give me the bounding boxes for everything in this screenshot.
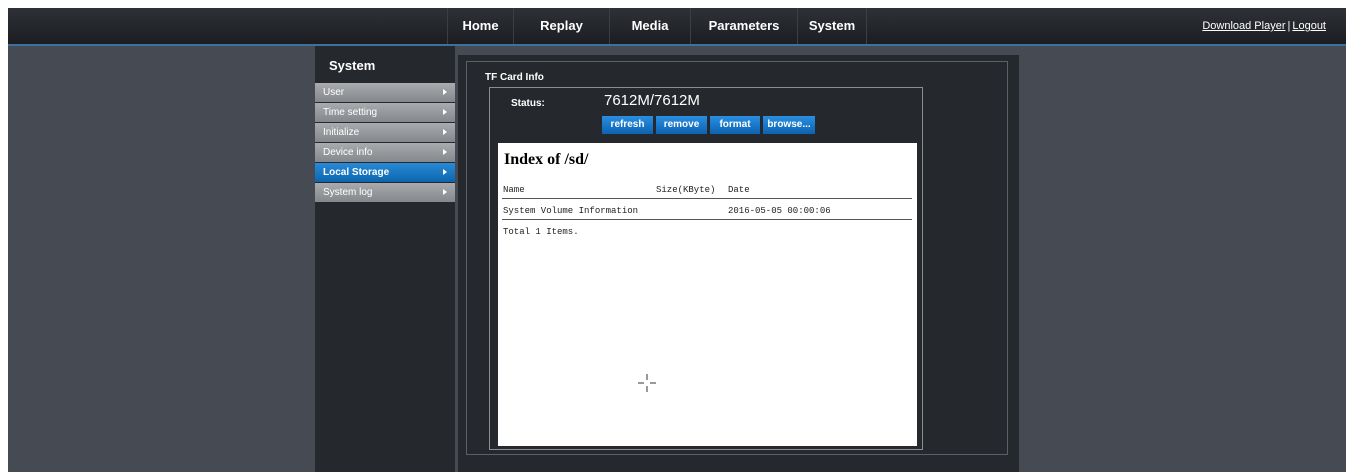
- nav-parameters[interactable]: Parameters: [691, 8, 798, 44]
- nav-home[interactable]: Home: [447, 8, 514, 44]
- format-button[interactable]: format: [710, 116, 760, 134]
- listing-heading: Index of /sd/: [504, 151, 589, 168]
- sidebar-menu: User Time setting Initialize Device info…: [315, 83, 455, 203]
- column-header-size: Size(KByte): [656, 185, 716, 195]
- sidebar-item-time-setting[interactable]: Time setting: [315, 103, 455, 122]
- sidebar: System User Time setting Initialize Devi…: [315, 46, 455, 472]
- arrow-right-icon: [443, 169, 447, 175]
- status-value: 7612M/7612M: [604, 92, 700, 109]
- top-navigation-bar: Home Replay Media Parameters System Down…: [8, 8, 1346, 46]
- crosshair-cursor-icon: [638, 374, 656, 392]
- sidebar-item-label: Initialize: [323, 127, 360, 138]
- download-player-link[interactable]: Download Player: [1202, 20, 1285, 32]
- logout-link[interactable]: Logout: [1292, 20, 1326, 32]
- tf-card-info-group: TF Card Info Status: 7612M/7612M refresh…: [466, 61, 1008, 455]
- arrow-right-icon: [443, 149, 447, 155]
- link-separator: |: [1287, 20, 1291, 32]
- divider: [502, 198, 912, 199]
- arrow-right-icon: [443, 129, 447, 135]
- main-content: TF Card Info Status: 7612M/7612M refresh…: [458, 55, 1019, 472]
- tf-card-panel: Status: 7612M/7612M refresh remove forma…: [489, 87, 923, 450]
- sidebar-item-label: Time setting: [323, 107, 378, 118]
- sidebar-item-local-storage[interactable]: Local Storage: [315, 163, 455, 182]
- sidebar-item-label: Local Storage: [323, 167, 390, 178]
- sidebar-item-initialize[interactable]: Initialize: [315, 123, 455, 142]
- nav-media[interactable]: Media: [610, 8, 691, 44]
- divider: [502, 219, 912, 220]
- refresh-button[interactable]: refresh: [602, 116, 653, 134]
- sidebar-item-label: System log: [323, 187, 373, 198]
- column-header-name: Name: [503, 185, 525, 195]
- nav-replay[interactable]: Replay: [514, 8, 610, 44]
- remove-button[interactable]: remove: [656, 116, 707, 134]
- account-links: Download Player | Logout: [1202, 8, 1326, 44]
- sidebar-item-label: Device info: [323, 147, 373, 158]
- listing-footer: Total 1 Items.: [503, 227, 579, 237]
- browse-button[interactable]: browse...: [763, 116, 815, 134]
- sidebar-item-device-info[interactable]: Device info: [315, 143, 455, 162]
- sidebar-item-user[interactable]: User: [315, 83, 455, 102]
- nav-system[interactable]: System: [798, 8, 867, 44]
- main-nav: Home Replay Media Parameters System: [447, 8, 867, 44]
- sidebar-title: System: [329, 58, 376, 73]
- sidebar-item-label: User: [323, 87, 345, 98]
- file-date: 2016-05-05 00:00:06: [728, 206, 831, 216]
- arrow-right-icon: [443, 89, 447, 95]
- arrow-right-icon: [443, 189, 447, 195]
- status-label: Status:: [511, 98, 545, 109]
- group-title: TF Card Info: [485, 72, 544, 83]
- file-link-system-volume-information[interactable]: System Volume Information: [503, 206, 638, 216]
- app-window: Home Replay Media Parameters System Down…: [8, 8, 1346, 472]
- directory-listing: Index of /sd/ Name Size(KByte) Date Syst…: [498, 143, 917, 446]
- sidebar-item-system-log[interactable]: System log: [315, 183, 455, 202]
- column-header-date: Date: [728, 185, 750, 195]
- arrow-right-icon: [443, 109, 447, 115]
